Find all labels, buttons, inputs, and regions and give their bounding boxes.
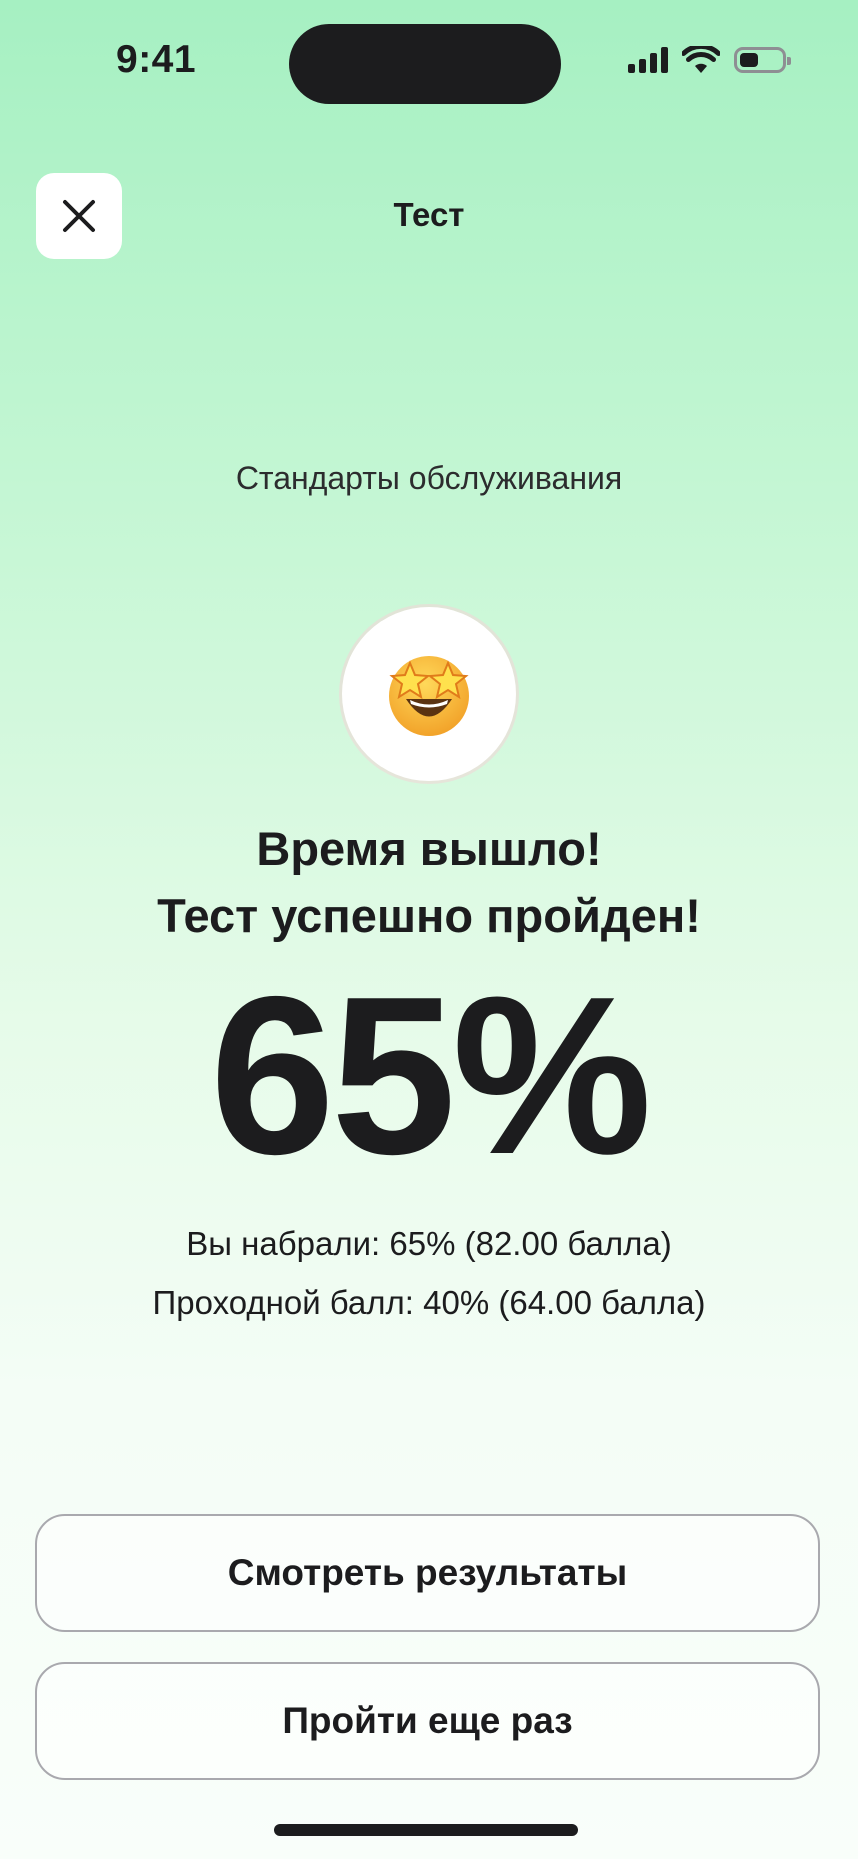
result-emoji-badge — [342, 607, 516, 781]
passing-score-text: Проходной балл: 40% (64.00 балла) — [152, 1284, 706, 1321]
headline-line-2: Тест успешно пройден! — [157, 889, 701, 942]
status-bar: 9:41 — [0, 0, 858, 130]
scored-text: Вы набрали: 65% (82.00 балла) — [186, 1225, 672, 1262]
battery-icon — [734, 47, 791, 73]
result-headline: Время вышло! Тест успешно пройден! — [0, 815, 858, 949]
view-results-button[interactable]: Смотреть результаты — [35, 1514, 820, 1632]
score-percent: 65% — [209, 949, 652, 1201]
retry-test-button[interactable]: Пройти еще раз — [35, 1662, 820, 1780]
score-details: Вы набрали: 65% (82.00 балла) Проходной … — [0, 1214, 858, 1332]
home-indicator[interactable] — [274, 1824, 578, 1836]
status-icons — [628, 46, 791, 74]
dynamic-island — [289, 24, 561, 104]
star-struck-emoji-icon — [389, 656, 469, 736]
page-title: Тест — [393, 196, 465, 233]
headline-line-1: Время вышло! — [256, 822, 602, 875]
battery-level — [740, 53, 758, 67]
wifi-icon — [682, 46, 720, 73]
status-time: 9:41 — [116, 38, 197, 81]
test-subject: Стандарты обслуживания — [235, 460, 623, 496]
cellular-signal-icon — [628, 47, 668, 73]
